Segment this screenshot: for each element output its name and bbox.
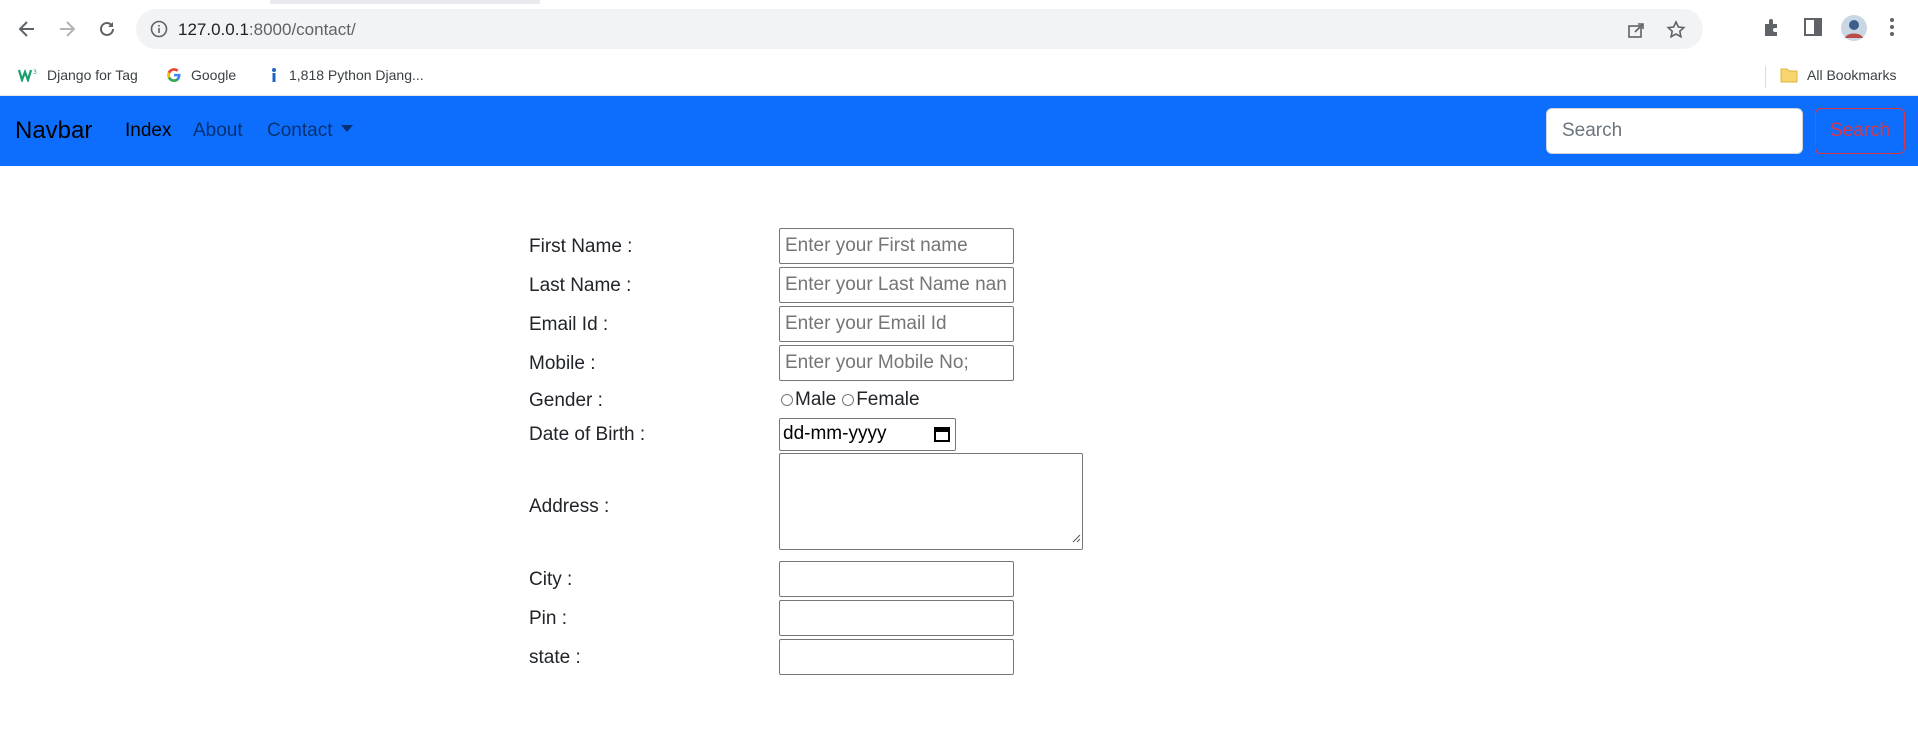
state-label: state : (529, 647, 581, 668)
url-host: 127.0.0.1 (178, 20, 249, 39)
tab-strip (0, 0, 1918, 4)
all-bookmarks-button[interactable]: All Bookmarks (1780, 67, 1896, 83)
bookmark-label: Google (191, 67, 237, 83)
city-field[interactable] (779, 561, 1014, 597)
tab-edge-right (540, 0, 1918, 4)
url-text: 127.0.0.1:8000/contact/ (178, 20, 356, 40)
url-path: :8000/contact/ (248, 20, 356, 39)
first-name-field[interactable] (779, 228, 1014, 264)
pin-label: Pin : (529, 608, 568, 629)
dob-placeholder: dd-mm-yyyy (783, 423, 887, 444)
address-label: Address : (529, 496, 610, 517)
bookmark-label: 1,818 Python Djang... (289, 67, 424, 83)
bookmarks-bar: 3 Django for Tag Google 1,818 Python Dja… (0, 58, 1918, 96)
google-icon (167, 68, 181, 82)
address-bar[interactable]: 127.0.0.1:8000/contact/ (136, 9, 1703, 49)
search-input[interactable] (1546, 108, 1803, 154)
nav-link-index[interactable]: Index (125, 120, 171, 142)
gender-radio-group: Male Female (779, 389, 920, 411)
email-label: Email Id : (529, 314, 609, 335)
back-button[interactable] (14, 16, 40, 42)
w-logo-icon: 3 (18, 68, 37, 82)
bookmark-google[interactable]: Google (166, 67, 236, 83)
gender-male-label: Male (795, 389, 837, 410)
address-field[interactable] (779, 453, 1083, 550)
gender-female-label: Female (856, 389, 920, 410)
extensions-icon[interactable] (1761, 16, 1783, 43)
bookmark-python-django[interactable]: 1,818 Python Djang... (268, 67, 424, 83)
site-info-icon[interactable] (150, 20, 168, 43)
navbar: Navbar Index About Contact Search (0, 96, 1918, 166)
chevron-down-icon (341, 125, 354, 132)
browser-toolbar: 127.0.0.1:8000/contact/ (0, 0, 1918, 58)
dob-label: Date of Birth : (529, 424, 646, 445)
dob-field[interactable]: dd-mm-yyyy (779, 418, 956, 451)
svg-text:3: 3 (33, 69, 37, 76)
menu-kebab-icon[interactable] (1888, 16, 1896, 43)
resize-grip-icon[interactable] (1071, 530, 1081, 548)
info-i-icon (272, 68, 276, 82)
last-name-field[interactable] (779, 267, 1014, 303)
bookmark-django-for-tag[interactable]: 3 Django for Tag (18, 67, 138, 83)
profile-avatar-icon[interactable] (1840, 14, 1868, 47)
side-panel-icon[interactable] (1802, 16, 1824, 43)
gender-label: Gender : (529, 390, 603, 411)
nav-link-about[interactable]: About (193, 120, 243, 142)
arrow-left-icon (18, 21, 34, 37)
reload-button[interactable] (94, 16, 120, 42)
nav-link-contact-dropdown[interactable]: Contact (267, 120, 354, 142)
navbar-brand[interactable]: Navbar (15, 117, 92, 145)
gender-male-radio[interactable] (781, 394, 793, 406)
arrow-right-icon (60, 21, 76, 37)
tab-edge (0, 0, 270, 4)
bookmarks-separator (1765, 66, 1766, 88)
folder-icon (1780, 68, 1798, 83)
search-button[interactable]: Search (1815, 108, 1905, 154)
nav-link-contact-label: Contact (267, 120, 333, 141)
first-name-label: First Name : (529, 236, 633, 257)
all-bookmarks-label: All Bookmarks (1807, 67, 1897, 83)
email-field[interactable] (779, 306, 1014, 342)
bookmark-label: Django for Tag (47, 67, 138, 83)
pin-field[interactable] (779, 600, 1014, 636)
share-icon[interactable] (1626, 20, 1646, 45)
calendar-icon[interactable] (933, 425, 951, 449)
mobile-field[interactable] (779, 345, 1014, 381)
mobile-label: Mobile : (529, 353, 596, 374)
gender-female-radio[interactable] (842, 394, 855, 406)
state-field[interactable] (779, 639, 1014, 675)
city-label: City : (529, 569, 573, 590)
last-name-label: Last Name : (529, 275, 632, 296)
forward-button[interactable] (54, 16, 80, 42)
bookmark-star-icon[interactable] (1666, 20, 1686, 45)
reload-icon (100, 21, 114, 36)
